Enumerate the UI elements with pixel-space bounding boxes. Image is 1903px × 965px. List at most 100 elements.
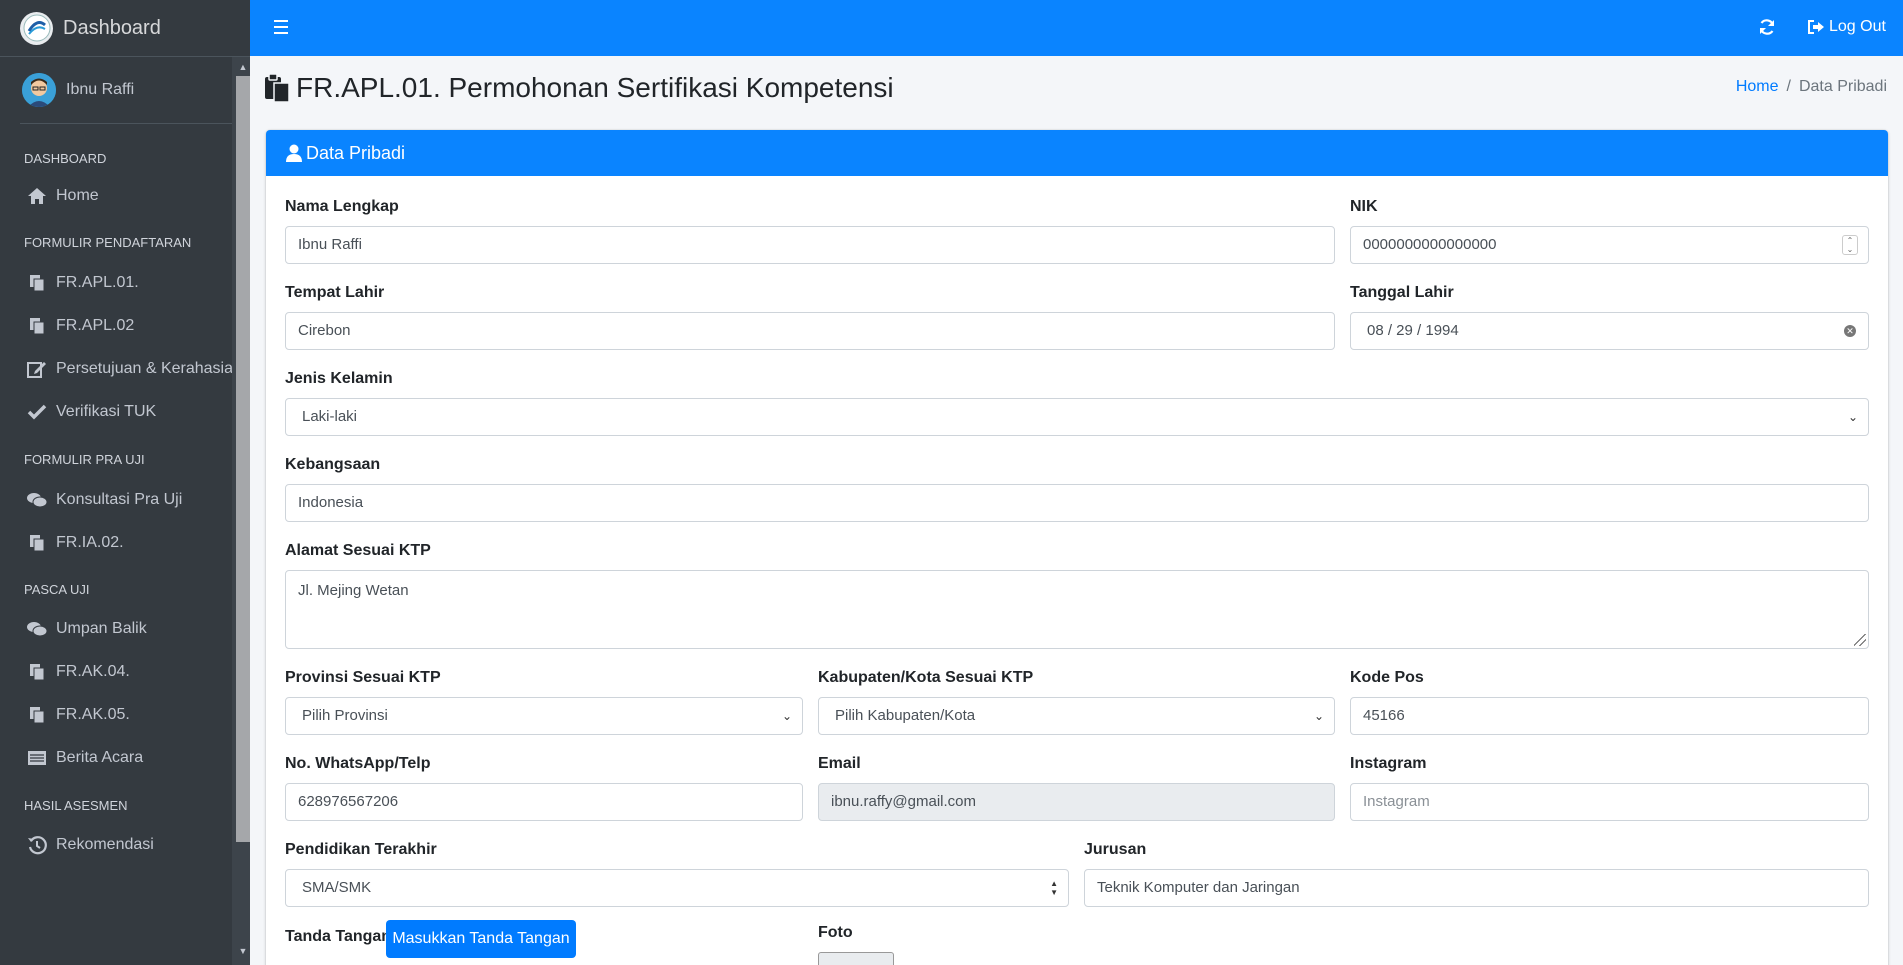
nav-header-hasil-asesmen: HASIL ASESMEN xyxy=(24,798,128,813)
jenis-kelamin-label: Jenis Kelamin xyxy=(285,370,393,387)
provinsi-label: Provinsi Sesuai KTP xyxy=(285,669,441,686)
jurusan-input[interactable]: Teknik Komputer dan Jaringan xyxy=(1084,869,1869,907)
alamat-value: Jl. Mejing Wetan xyxy=(298,582,409,599)
sidebar-item-rekomendasi[interactable]: Rekomendasi xyxy=(0,823,250,866)
logout-button[interactable]: Log Out xyxy=(1807,18,1886,36)
sidebar-item-fr-ak-05[interactable]: FR.AK.05. xyxy=(0,693,250,736)
brand-link[interactable]: Dashboard xyxy=(0,0,250,57)
sidebar-item-label: FR.IA.02. xyxy=(56,533,124,551)
tempat-lahir-input[interactable]: Cirebon xyxy=(285,312,1335,350)
brand-logo-icon xyxy=(20,11,53,45)
user-panel[interactable]: Ibnu Raffi xyxy=(20,57,234,124)
jenis-kelamin-select[interactable]: Laki-laki ⌄ xyxy=(285,398,1869,436)
clipboard-icon xyxy=(264,73,290,103)
sidebar-item-verifikasi-tuk[interactable]: Verifikasi TUK xyxy=(0,390,250,433)
jurusan-label: Jurusan xyxy=(1084,841,1147,858)
sidebar-item-konsultasi[interactable]: Konsultasi Pra Uji xyxy=(0,478,250,521)
user-icon xyxy=(286,144,302,162)
nik-label: NIK xyxy=(1350,198,1378,215)
sidebar-item-label: Home xyxy=(56,186,99,204)
email-label: Email xyxy=(818,755,861,772)
sidebar-scrollbar-thumb[interactable] xyxy=(236,76,250,842)
edit-icon xyxy=(26,359,48,379)
alamat-textarea[interactable]: Jl. Mejing Wetan xyxy=(285,570,1869,649)
list-icon xyxy=(26,748,48,768)
topbar: Log Out xyxy=(250,0,1903,56)
select-arrows-icon: ▲ ▼ xyxy=(1050,879,1058,897)
pendidikan-select[interactable]: SMA/SMK ▲ ▼ xyxy=(285,869,1069,907)
card-title: Data Pribadi xyxy=(306,142,406,163)
sidebar-item-persetujuan[interactable]: Persetujuan & Kerahasiaa xyxy=(0,347,250,390)
whatsapp-input[interactable]: 628976567206 xyxy=(285,783,803,821)
nav-header-dashboard: DASHBOARD xyxy=(24,151,107,166)
pendidikan-value: SMA/SMK xyxy=(302,879,372,896)
user-name: Ibnu Raffi xyxy=(66,81,135,98)
chevron-down-icon: ⌄ xyxy=(1847,410,1858,424)
sidebar-item-home[interactable]: Home xyxy=(0,174,250,217)
sidebar-item-label: Verifikasi TUK xyxy=(56,402,157,420)
nav-header-formulir-pra-uji: FORMULIR PRA UJI xyxy=(24,452,145,467)
alamat-label: Alamat Sesuai KTP xyxy=(285,542,431,559)
card-header: Data Pribadi xyxy=(266,130,1888,176)
comments-icon xyxy=(26,490,48,510)
sidebar-item-label: Rekomendasi xyxy=(56,835,154,853)
check-icon xyxy=(26,402,48,422)
scroll-down-icon[interactable]: ▼ xyxy=(236,944,250,958)
nama-label: Nama Lengkap xyxy=(285,198,399,215)
foto-label: Foto xyxy=(818,924,853,941)
scroll-up-icon[interactable]: ▲ xyxy=(236,60,250,74)
kebangsaan-input[interactable]: Indonesia xyxy=(285,484,1869,522)
page-title-text: FR.APL.01. Permohonan Sertifikasi Kompet… xyxy=(296,72,894,103)
sidebar-item-label: Konsultasi Pra Uji xyxy=(56,490,183,508)
kabupaten-label: Kabupaten/Kota Sesuai KTP xyxy=(818,669,1034,686)
breadcrumb-home[interactable]: Home xyxy=(1736,78,1779,95)
nama-input[interactable]: Ibnu Raffi xyxy=(285,226,1335,264)
kebangsaan-label: Kebangsaan xyxy=(285,456,381,473)
page-title: FR.APL.01. Permohonan Sertifikasi Kompet… xyxy=(264,72,894,104)
kabupaten-value: Pilih Kabupaten/Kota xyxy=(835,707,976,724)
provinsi-value: Pilih Provinsi xyxy=(302,707,388,724)
history-icon xyxy=(26,835,48,855)
chevron-down-icon: ⌄ xyxy=(781,709,792,723)
copy-icon xyxy=(26,533,48,553)
nav-header-formulir-pendaftaran: FORMULIR PENDAFTARAN xyxy=(24,235,192,250)
sidebar-item-label: FR.AK.04. xyxy=(56,662,130,680)
sidebar-item-label: FR.AK.05. xyxy=(56,705,130,723)
tanggal-lahir-input[interactable]: 08 / 29 / 1994 ✕ xyxy=(1350,312,1869,350)
breadcrumb-current: Data Pribadi xyxy=(1798,78,1887,95)
data-pribadi-card: Data Pribadi Nama Lengkap Ibnu Raffi NIK… xyxy=(266,130,1888,965)
sidebar-item-label: FR.APL.02 xyxy=(56,316,135,334)
nik-input[interactable]: 0000000000000000 ⌃ ⌄ xyxy=(1350,226,1869,264)
avatar xyxy=(22,73,56,107)
copy-icon xyxy=(26,316,48,336)
sidebar-item-label: FR.APL.01. xyxy=(56,273,139,291)
tanggal-lahir-value: 08 / 29 / 1994 xyxy=(1367,322,1459,339)
sidebar-item-fr-ia-02[interactable]: FR.IA.02. xyxy=(0,521,250,564)
clear-date-icon[interactable]: ✕ xyxy=(1844,325,1856,337)
sidebar-item-fr-apl-02[interactable]: FR.APL.02 xyxy=(0,304,250,347)
menu-toggle-icon[interactable] xyxy=(274,20,288,38)
sidebar-item-label: Umpan Balik xyxy=(56,619,147,637)
sidebar: Dashboard Ibnu Raffi DASHBOARD Home FORM… xyxy=(0,0,250,965)
tanda-tangan-label: Tanda Tangan xyxy=(285,928,392,945)
copy-icon xyxy=(26,662,48,682)
add-signature-button[interactable]: Masukkan Tanda Tangan xyxy=(386,920,576,958)
nav-header-pasca-uji: PASCA UJI xyxy=(24,582,90,597)
provinsi-select[interactable]: Pilih Provinsi ⌄ xyxy=(285,697,803,735)
refresh-icon[interactable] xyxy=(1758,18,1776,41)
resize-handle-icon[interactable] xyxy=(1854,634,1866,646)
jenis-kelamin-value: Laki-laki xyxy=(302,408,358,425)
chevron-down-icon: ⌄ xyxy=(1313,709,1324,723)
foto-file-button[interactable] xyxy=(818,952,894,965)
kode-pos-input[interactable]: 45166 xyxy=(1350,697,1869,735)
number-spinner-icon[interactable]: ⌃ ⌄ xyxy=(1842,235,1858,255)
kode-pos-label: Kode Pos xyxy=(1350,669,1424,686)
nik-value: 0000000000000000 xyxy=(1363,236,1497,253)
pendidikan-label: Pendidikan Terakhir xyxy=(285,841,437,858)
kabupaten-select[interactable]: Pilih Kabupaten/Kota ⌄ xyxy=(818,697,1335,735)
sidebar-item-fr-apl-01[interactable]: FR.APL.01. xyxy=(0,261,250,304)
sidebar-item-umpan-balik[interactable]: Umpan Balik xyxy=(0,607,250,650)
instagram-input[interactable]: Instagram xyxy=(1350,783,1869,821)
sidebar-item-berita-acara[interactable]: Berita Acara xyxy=(0,736,250,779)
sidebar-item-fr-ak-04[interactable]: FR.AK.04. xyxy=(0,650,250,693)
